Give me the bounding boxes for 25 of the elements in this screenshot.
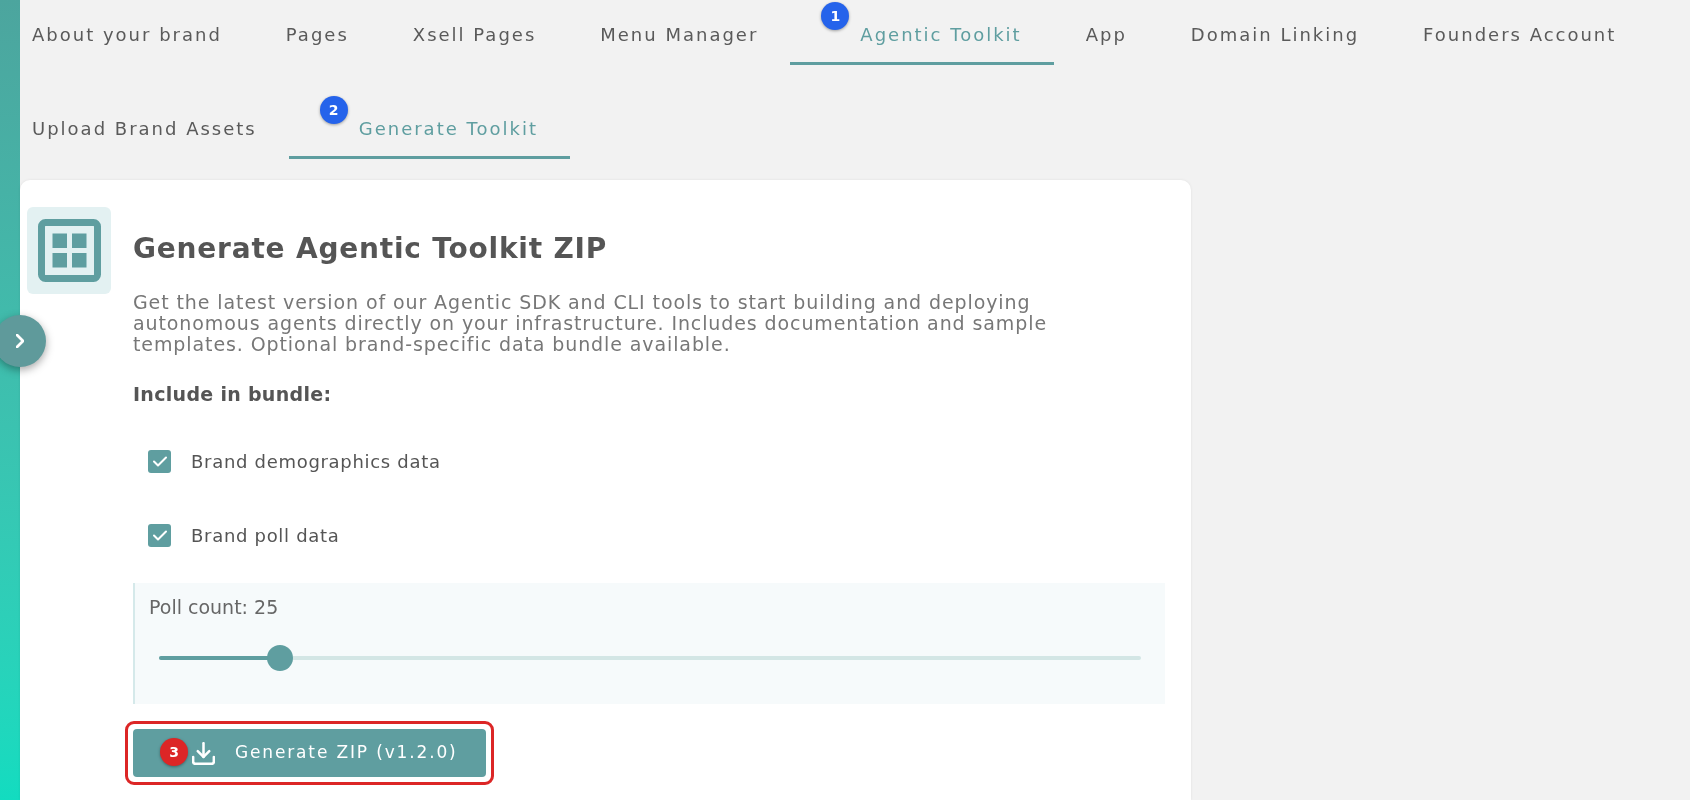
tab[interactable]: About your brand	[20, 0, 254, 65]
tab[interactable]: Pages	[253, 0, 381, 65]
tab[interactable]: Upload Brand Assets	[20, 94, 289, 159]
chevron-right-icon	[16, 334, 24, 348]
slider-track[interactable]	[159, 645, 1141, 671]
option-label: Brand poll data	[191, 524, 340, 548]
step-badge: 1	[821, 2, 850, 30]
option-label: Brand demographics data	[191, 450, 441, 474]
check-icon	[152, 530, 167, 541]
tab[interactable]: Domain Linking	[1158, 0, 1392, 65]
checkbox[interactable]	[148, 450, 171, 473]
slider-label: Poll count: 25	[149, 595, 280, 619]
tab[interactable]: Menu Manager	[568, 0, 791, 65]
tab[interactable]: Xsell Pages	[380, 0, 569, 65]
card-title: Generate Agentic Toolkit ZIP	[133, 232, 609, 266]
bundle-heading: Include in bundle:	[133, 382, 333, 406]
check-icon	[152, 456, 167, 467]
tab[interactable]: App	[1053, 0, 1159, 65]
checkbox[interactable]	[148, 524, 171, 547]
slider-thumb[interactable]	[266, 645, 293, 671]
tab[interactable]: Founders Account	[1391, 0, 1649, 65]
step-badge: 2	[319, 96, 348, 124]
grid-icon	[27, 207, 111, 294]
download-icon	[192, 741, 215, 765]
card-description: Get the latest version of our Agentic SDK and CLI tools to start building and deploying autonomous agents directly on your infrastructure. Includes documentation and sample templates. Optional brand-specific data bundle available.	[133, 292, 1048, 355]
